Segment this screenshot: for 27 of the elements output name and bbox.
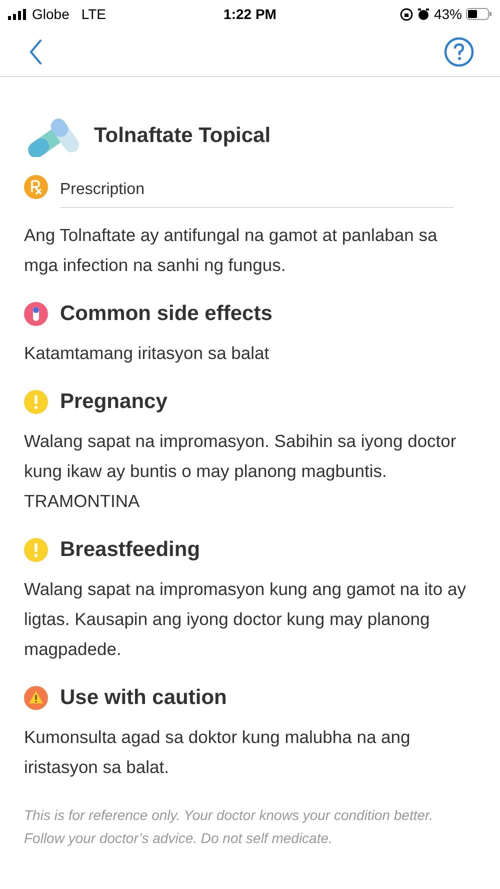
alarm-icon <box>416 8 430 20</box>
prescription-icon <box>24 175 48 199</box>
section-title: Use with caution <box>60 686 227 710</box>
section-text: Kumonsulta agad sa doktor kung malubha na ang iristasyon sa balat. <box>24 726 412 779</box>
caution-icon <box>24 686 48 710</box>
section-text: Walang sapat na impromasyon. Sabihin sa iyong doctor kung ikaw ay buntis o may planong magbuntis. TRAMONTINA <box>24 430 458 513</box>
drug-type: Prescription <box>60 175 454 208</box>
disclaimer-text: This is for reference only. Your doctor knows your condition better. Follow your doctor’s advice. Do not self medicate. <box>24 806 434 848</box>
network-type: LTE <box>81 6 106 22</box>
warning-icon <box>24 538 48 562</box>
section-text: Walang sapat na impromasyon kung ang gamot na ito ay ligtas. Kausapin ang iyong doctor kung may planong magpadede. <box>24 578 467 661</box>
drug-name: Tolnaftate Topical <box>94 124 271 148</box>
warning-icon <box>24 390 48 414</box>
clock-time: 1:22 PM <box>224 6 276 22</box>
section-text: Katamtamang iritasyon sa balat <box>24 342 270 365</box>
signal-icon <box>8 8 28 20</box>
rotation-lock-icon <box>400 8 413 20</box>
section-title: Breastfeeding <box>60 538 200 562</box>
battery-icon <box>466 8 492 20</box>
section-title: Common side effects <box>60 302 272 326</box>
help-icon[interactable] <box>444 37 474 67</box>
battery-percent: 43% <box>434 6 462 22</box>
section-title: Pregnancy <box>60 390 168 414</box>
drug-description: Ang Tolnaftate ay antifungal na gamot at panlaban sa mga infection na sanhi ng fungus. <box>24 224 438 277</box>
carrier-name: Globe <box>32 6 70 22</box>
back-icon[interactable] <box>29 39 43 65</box>
side-effects-icon <box>24 302 48 326</box>
